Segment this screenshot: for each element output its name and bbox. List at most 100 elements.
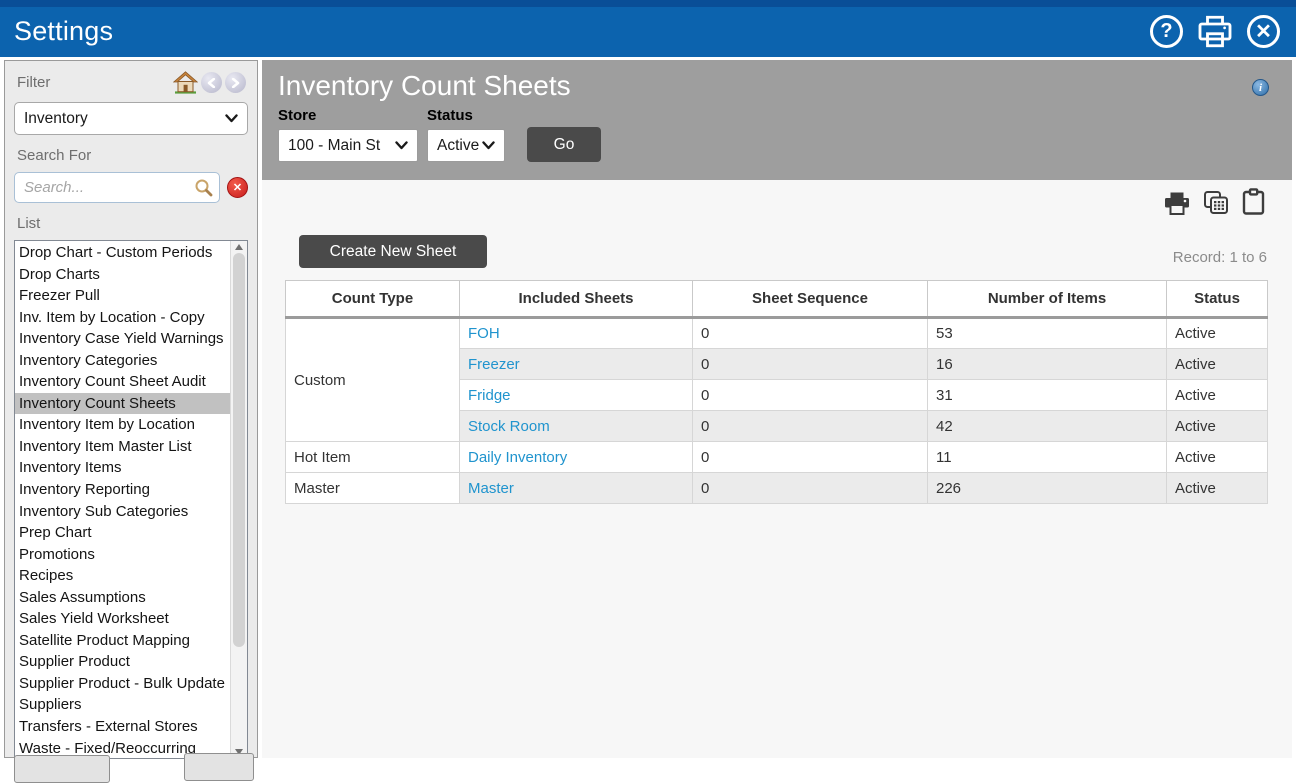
list-item[interactable]: Supplier Product - Bulk Update — [15, 673, 230, 695]
table-header-row: Count TypeIncluded SheetsSheet SequenceN… — [286, 281, 1268, 318]
list-item[interactable]: Prep Chart — [15, 522, 230, 544]
page-header: Inventory Count Sheets i Store 100 - Mai… — [262, 60, 1292, 180]
list-scrollbar[interactable] — [230, 241, 247, 758]
record-count: Record: 1 to 6 — [1173, 249, 1267, 268]
list-item[interactable]: Inventory Item by Location — [15, 414, 230, 436]
list-label: List — [17, 215, 246, 232]
list-item[interactable]: Inv. Item by Location - Copy — [15, 307, 230, 329]
layout: Filter Inventory Search For — [0, 57, 1296, 758]
table-row: MasterMaster0226Active — [286, 473, 1268, 504]
scroll-up-icon[interactable] — [235, 244, 243, 250]
count-type-cell: Custom — [286, 318, 460, 442]
column-header: Included Sheets — [460, 281, 693, 318]
sheet-link[interactable]: Freezer — [468, 356, 520, 373]
close-icon[interactable]: ✕ — [1247, 15, 1280, 48]
number-of-items-cell: 226 — [928, 473, 1167, 504]
column-header: Count Type — [286, 281, 460, 318]
included-sheet-cell: Freezer — [460, 349, 693, 380]
filter-label: Filter — [17, 74, 50, 91]
included-sheet-cell: Daily Inventory — [460, 442, 693, 473]
list-item[interactable]: Inventory Case Yield Warnings — [15, 328, 230, 350]
forward-icon[interactable] — [225, 72, 246, 93]
list-item[interactable]: Supplier Product — [15, 651, 230, 673]
status-cell: Active — [1167, 349, 1268, 380]
go-button[interactable]: Go — [527, 127, 601, 162]
titlebar-icons: ? ✕ — [1150, 15, 1280, 48]
sheet-sequence-cell: 0 — [693, 411, 928, 442]
help-icon[interactable]: ? — [1150, 15, 1183, 48]
store-select[interactable]: 100 - Main St — [278, 129, 418, 162]
list-item[interactable]: Inventory Categories — [15, 350, 230, 372]
list-item[interactable]: Recipes — [15, 565, 230, 587]
list-item[interactable]: Transfers - External Stores — [15, 716, 230, 738]
home-icon[interactable] — [173, 71, 198, 94]
list-item[interactable]: Suppliers — [15, 694, 230, 716]
content-toolbar-icons — [1164, 188, 1265, 215]
store-label: Store — [278, 107, 418, 124]
list-items: Drop Chart - Custom PeriodsDrop ChartsFr… — [15, 241, 230, 758]
cutoff-button[interactable] — [14, 755, 110, 783]
included-sheet-cell: Fridge — [460, 380, 693, 411]
status-cell: Active — [1167, 380, 1268, 411]
list-item[interactable]: Inventory Sub Categories — [15, 501, 230, 523]
list-item[interactable]: Inventory Items — [15, 457, 230, 479]
filter-select-value: Inventory — [24, 110, 88, 128]
column-header: Number of Items — [928, 281, 1167, 318]
included-sheet-cell: Stock Room — [460, 411, 693, 442]
sheet-link[interactable]: Daily Inventory — [468, 449, 567, 466]
list-item[interactable]: Inventory Count Sheet Audit — [15, 371, 230, 393]
sheet-link[interactable]: Stock Room — [468, 418, 550, 435]
sheet-link[interactable]: FOH — [468, 325, 500, 342]
sheets-table: Count TypeIncluded SheetsSheet SequenceN… — [285, 280, 1268, 504]
titlebar: Settings ? ✕ — [0, 0, 1296, 57]
status-select-value: Active — [437, 137, 479, 155]
number-of-items-cell: 16 — [928, 349, 1167, 380]
status-cell: Active — [1167, 318, 1268, 349]
section-title: Inventory Count Sheets — [278, 70, 1276, 102]
list-item[interactable]: Drop Charts — [15, 264, 230, 286]
list-item[interactable]: Sales Yield Worksheet — [15, 608, 230, 630]
number-of-items-cell: 42 — [928, 411, 1167, 442]
search-for-label: Search For — [17, 147, 246, 164]
list-item[interactable]: Inventory Count Sheets — [15, 393, 230, 415]
sheet-sequence-cell: 0 — [693, 318, 928, 349]
info-icon[interactable]: i — [1252, 79, 1269, 96]
sheet-link[interactable]: Master — [468, 480, 514, 497]
back-icon[interactable] — [201, 72, 222, 93]
status-cell: Active — [1167, 442, 1268, 473]
list-item[interactable]: Inventory Item Master List — [15, 436, 230, 458]
export-sheets-icon[interactable] — [1203, 190, 1229, 215]
column-header: Sheet Sequence — [693, 281, 928, 318]
clipboard-icon[interactable] — [1242, 188, 1265, 215]
list-item[interactable]: Freezer Pull — [15, 285, 230, 307]
sheet-sequence-cell: 0 — [693, 473, 928, 504]
print-icon[interactable] — [1164, 192, 1190, 215]
cutoff-button[interactable] — [184, 753, 254, 781]
chevron-down-icon — [225, 114, 238, 123]
sheet-sequence-cell: 0 — [693, 442, 928, 473]
search-icon[interactable] — [194, 178, 213, 202]
sheet-sequence-cell: 0 — [693, 380, 928, 411]
chevron-down-icon — [395, 141, 408, 150]
scrollbar-track[interactable] — [231, 253, 247, 746]
list-item[interactable]: Inventory Reporting — [15, 479, 230, 501]
status-cell: Active — [1167, 411, 1268, 442]
list-item[interactable]: Promotions — [15, 544, 230, 566]
settings-list: Drop Chart - Custom PeriodsDrop ChartsFr… — [14, 240, 248, 759]
list-item[interactable]: Satellite Product Mapping — [15, 630, 230, 652]
list-item[interactable]: Drop Chart - Custom Periods — [15, 242, 230, 264]
sheet-link[interactable]: Fridge — [468, 387, 511, 404]
status-select[interactable]: Active — [427, 129, 505, 162]
create-new-sheet-button[interactable]: Create New Sheet — [299, 235, 487, 268]
print-icon[interactable] — [1197, 15, 1233, 48]
main-panel: Inventory Count Sheets i Store 100 - Mai… — [262, 60, 1292, 758]
search-input[interactable] — [14, 172, 220, 203]
scrollbar-thumb[interactable] — [233, 253, 245, 647]
filter-select[interactable]: Inventory — [14, 102, 248, 135]
list-item[interactable]: Sales Assumptions — [15, 587, 230, 609]
status-cell: Active — [1167, 473, 1268, 504]
included-sheet-cell: Master — [460, 473, 693, 504]
number-of-items-cell: 53 — [928, 318, 1167, 349]
table-row: CustomFOH053Active — [286, 318, 1268, 349]
clear-search-icon[interactable]: ✕ — [227, 177, 248, 198]
